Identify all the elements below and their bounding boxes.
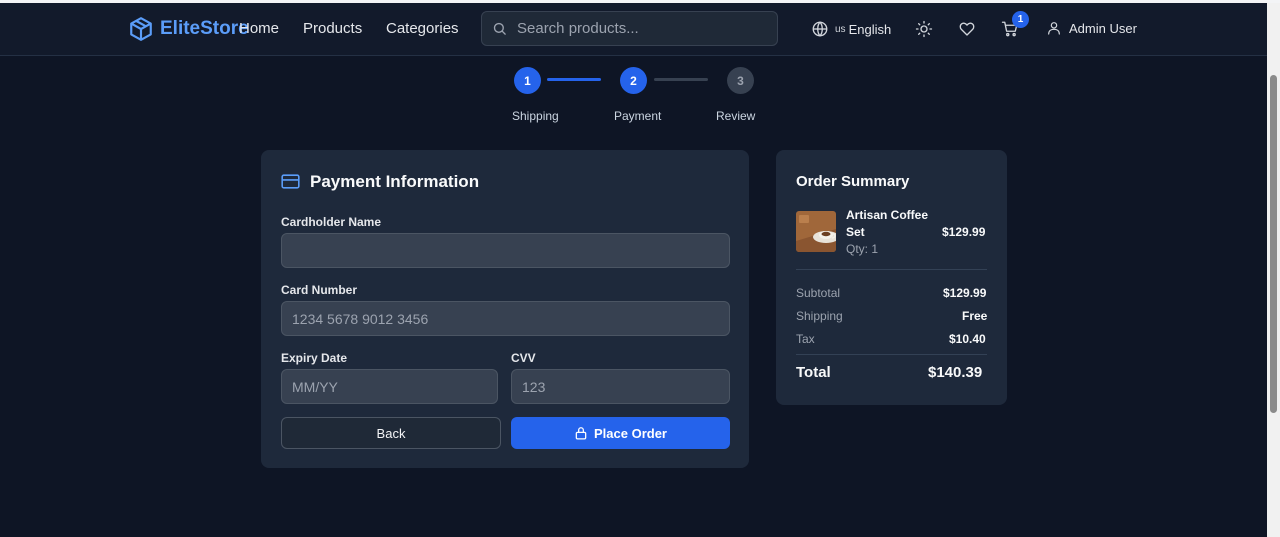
place-order-button[interactable]: Place Order — [511, 417, 730, 449]
cardholder-label: Cardholder Name — [281, 215, 382, 229]
product-qty: Qty: 1 — [846, 242, 879, 256]
nav-products[interactable]: Products — [303, 20, 362, 37]
search-icon — [493, 22, 506, 35]
lock-icon — [575, 427, 587, 440]
language-flag: us — [835, 23, 846, 35]
card-number-input[interactable] — [281, 301, 730, 336]
summary-divider-bottom — [796, 354, 987, 355]
globe-icon — [812, 21, 828, 37]
step-2-label: Payment — [614, 109, 662, 123]
heart-icon[interactable] — [958, 20, 976, 38]
expiry-date-input[interactable] — [281, 369, 498, 404]
cvv-label: CVV — [511, 351, 536, 365]
user-name: Admin User — [1069, 20, 1137, 36]
back-button[interactable]: Back — [281, 417, 501, 449]
page-scrollbar[interactable] — [1267, 3, 1280, 537]
expiry-label: Expiry Date — [281, 351, 348, 365]
order-summary-title: Order Summary — [796, 173, 910, 190]
nav-categories[interactable]: Categories — [386, 20, 459, 37]
language-label: English — [848, 21, 892, 37]
language-selector[interactable]: us English — [811, 20, 891, 38]
package-icon — [130, 17, 152, 41]
user-menu[interactable]: Admin User — [1046, 20, 1137, 36]
step-1-connector — [547, 78, 601, 81]
tax-label: Tax — [796, 332, 815, 346]
site-header: EliteStore Home Products Categories us E… — [0, 3, 1267, 56]
subtotal-label: Subtotal — [796, 286, 841, 300]
card-number-label: Card Number — [281, 283, 358, 297]
step-1-circle: 1 — [514, 67, 541, 94]
payment-title: Payment Information — [310, 172, 480, 191]
step-2-connector — [654, 78, 708, 81]
brand-name: EliteStore — [160, 18, 249, 39]
subtotal-value: $129.99 — [943, 286, 987, 300]
brand-logo[interactable]: EliteStore — [128, 16, 249, 42]
tax-value: $10.40 — [949, 332, 986, 346]
search-input[interactable] — [517, 20, 757, 37]
step-3-circle: 3 — [727, 67, 754, 94]
product-name-line1: Artisan Coffee — [846, 208, 929, 222]
user-icon — [1048, 22, 1060, 35]
cardholder-name-input[interactable] — [281, 233, 730, 268]
scrollbar-thumb[interactable] — [1270, 75, 1277, 413]
step-2-circle: 2 — [620, 67, 647, 94]
step-3-label: Review — [716, 109, 756, 123]
shipping-value: Free — [962, 309, 988, 323]
place-order-label: Place Order — [594, 425, 667, 441]
cart-count-badge: 1 — [1012, 11, 1029, 28]
search-bar — [481, 11, 778, 46]
total-value: $140.39 — [928, 364, 983, 381]
product-name-line2: Set — [846, 225, 865, 239]
product-thumbnail — [796, 211, 836, 252]
shipping-label: Shipping — [796, 309, 843, 323]
nav-home[interactable]: Home — [239, 20, 279, 37]
step-1-label: Shipping — [512, 109, 559, 123]
total-label: Total — [796, 364, 831, 381]
sun-icon[interactable] — [915, 20, 933, 38]
summary-divider-top — [796, 269, 987, 270]
credit-card-icon — [281, 174, 300, 189]
product-price: $129.99 — [942, 225, 986, 239]
cvv-input[interactable] — [511, 369, 730, 404]
